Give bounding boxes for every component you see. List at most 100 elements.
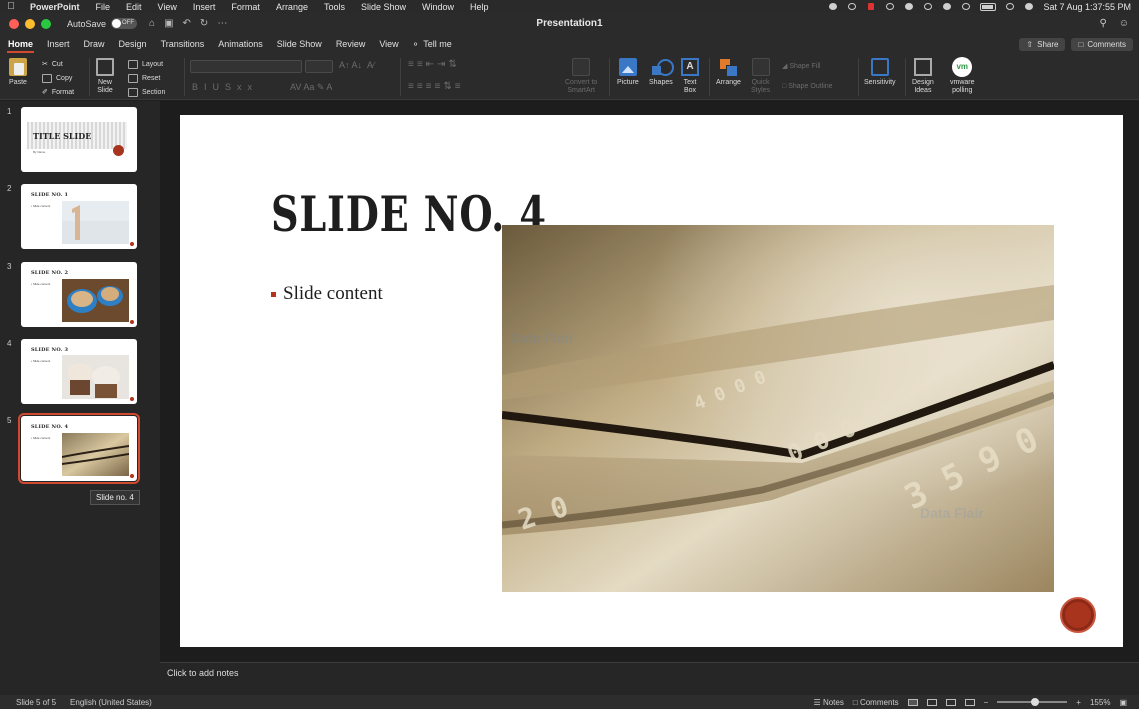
font-format-buttons[interactable]: BIUSxx [192, 82, 258, 92]
tab-design[interactable]: Design [114, 34, 152, 54]
share-button[interactable]: ⇧ Share [1019, 37, 1066, 51]
thumbnail-preview[interactable]: SLIDE NO. 2 • Slide content [21, 262, 137, 327]
picture-button[interactable]: Picture [617, 58, 639, 87]
zoom-in-icon[interactable]: + [1076, 698, 1081, 707]
copy-button[interactable]: Copy [42, 71, 74, 85]
apple-icon[interactable]:  [0, 1, 22, 12]
screen-record-icon[interactable] [828, 2, 838, 11]
thumbnail-slide-3[interactable]: 3 SLIDE NO. 2 • Slide content [0, 256, 160, 327]
menu-app-name[interactable]: PowerPoint [22, 2, 88, 12]
paste-button[interactable]: Paste [9, 58, 27, 87]
font-color-controls[interactable]: AV Aa ✎ A [290, 82, 332, 93]
tab-draw[interactable]: Draw [79, 34, 110, 54]
font-name-select[interactable] [190, 60, 302, 73]
save-icon[interactable]: ▣ [164, 18, 173, 29]
shape-outline-button[interactable]: □ Shape Outline [782, 83, 833, 90]
key-icon[interactable] [923, 2, 933, 11]
menu-arrange[interactable]: Arrange [268, 2, 316, 12]
tab-slide-show[interactable]: Slide Show [272, 34, 327, 54]
language-indicator[interactable]: English (United States) [70, 698, 152, 707]
font-size-controls[interactable]: A↑ A↓ A∕ [339, 60, 375, 70]
comments-toggle[interactable]: □ Comments [853, 698, 899, 707]
slideshow-view-icon[interactable] [964, 698, 975, 706]
comments-button[interactable]: □ Comments [1071, 37, 1133, 51]
menu-slide-show[interactable]: Slide Show [353, 2, 414, 12]
zoom-slider[interactable] [997, 698, 1068, 706]
minimize-window-button[interactable] [25, 18, 35, 29]
fullscreen-window-button[interactable] [41, 18, 51, 29]
cut-button[interactable]: ✂ Cut [42, 57, 74, 71]
thumbnail-slide-5[interactable]: 5 SLIDE NO. 4 • Slide content [0, 410, 160, 484]
mic-icon[interactable] [904, 2, 914, 11]
normal-view-icon[interactable] [907, 698, 918, 706]
cloud-icon[interactable] [847, 2, 857, 11]
menu-file[interactable]: File [88, 2, 119, 12]
zoom-slider-knob[interactable] [1031, 698, 1040, 706]
fit-to-window-icon[interactable]: ▣ [1119, 698, 1127, 707]
autosave-toggle[interactable]: OFF [111, 18, 138, 29]
control-center-icon[interactable] [1024, 2, 1034, 11]
credit-cards-picture[interactable]: 4 0 0 0 0 0 0 3 5 9 0 2 0 [502, 225, 1054, 592]
tab-animations[interactable]: Animations [213, 34, 268, 54]
tab-view[interactable]: View [374, 34, 403, 54]
thumbnail-slide-1[interactable]: 1 TITLE SLIDE By Name [0, 101, 160, 172]
home-icon[interactable]: ⌂ [149, 18, 155, 29]
close-window-button[interactable] [9, 18, 19, 29]
slide-sorter-view-icon[interactable] [926, 698, 937, 706]
thumbnail-slide-2[interactable]: 2 SLIDE NO. 1 • Slide content [0, 178, 160, 249]
notes-placeholder[interactable]: Click to add notes [167, 668, 239, 678]
shape-fill-button[interactable]: ◢ Shape Fill [782, 62, 820, 70]
tab-transitions[interactable]: Transitions [156, 34, 210, 54]
thumbnail-preview[interactable]: SLIDE NO. 1 • Slide content [21, 184, 137, 249]
wifi-icon[interactable] [1005, 2, 1015, 11]
menu-insert[interactable]: Insert [185, 2, 224, 12]
text-box-button[interactable]: A Text Box [681, 58, 699, 95]
sensitivity-button[interactable]: Sensitivity [864, 58, 896, 87]
share-person-icon[interactable]: ☺ [1119, 18, 1129, 29]
vmware-polling-button[interactable]: vm vmware polling [950, 57, 975, 95]
menu-tools[interactable]: Tools [316, 2, 353, 12]
menubar-clock[interactable]: Sat 7 Aug 1:37:55 PM [1043, 2, 1131, 12]
format-painter-button[interactable]: ✐ Format [42, 85, 74, 99]
slide-bullet[interactable]: Slide content [271, 283, 383, 305]
thumbnail-preview[interactable]: TITLE SLIDE By Name [21, 107, 137, 172]
tab-insert[interactable]: Insert [42, 34, 75, 54]
quick-styles-button[interactable]: Quick Styles [751, 58, 770, 95]
search-icon[interactable]: ⚲ [1099, 18, 1106, 29]
play-icon[interactable] [942, 2, 952, 11]
volume-icon[interactable] [961, 2, 971, 11]
design-ideas-button[interactable]: Design Ideas [912, 58, 934, 95]
menu-edit[interactable]: Edit [118, 2, 150, 12]
more-icon[interactable]: ⋯ [217, 18, 227, 29]
redo-icon[interactable]: ↻ [200, 18, 208, 29]
section-button[interactable]: Section [128, 85, 165, 99]
zoom-level[interactable]: 155% [1090, 698, 1110, 707]
wax-seal-image[interactable] [1060, 597, 1096, 633]
menu-help[interactable]: Help [462, 2, 497, 12]
menu-format[interactable]: Format [223, 2, 268, 12]
globe-icon[interactable] [885, 2, 895, 11]
thumbnail-preview-selected[interactable]: SLIDE NO. 4 • Slide content [18, 413, 140, 484]
reading-view-icon[interactable] [945, 698, 956, 706]
alignment-controls[interactable]: ≡≡≡≡⇅≡ [408, 81, 464, 92]
undo-icon[interactable]: ↶ [183, 18, 191, 29]
notes-toggle[interactable]: ☰ Notes [814, 698, 844, 707]
current-slide[interactable]: SLIDE NO. 4 Slide content 4 0 0 0 0 0 0 … [180, 115, 1123, 647]
menu-view[interactable]: View [150, 2, 185, 12]
reset-button[interactable]: Reset [128, 71, 165, 85]
arrange-button[interactable]: Arrange [716, 58, 741, 87]
antivirus-icon[interactable] [866, 2, 876, 11]
list-controls[interactable]: ≡≡⇤⇥⇅ [408, 59, 460, 70]
thumbnail-slide-4[interactable]: 4 SLIDE NO. 3 • Slide content [0, 333, 160, 404]
font-size-select[interactable] [305, 60, 333, 73]
convert-smartart-button[interactable]: Convert to SmartArt [565, 58, 597, 95]
layout-button[interactable]: Layout [128, 57, 165, 71]
thumbnail-preview[interactable]: SLIDE NO. 3 • Slide content [21, 339, 137, 404]
tell-me-box[interactable]: ⚬ Tell me [412, 39, 452, 50]
menu-window[interactable]: Window [414, 2, 462, 12]
tab-review[interactable]: Review [331, 34, 371, 54]
notes-pane[interactable]: Click to add notes [160, 662, 1139, 695]
battery-icon[interactable] [980, 2, 997, 11]
zoom-out-icon[interactable]: − [984, 698, 989, 707]
new-slide-button[interactable]: New Slide [96, 58, 114, 95]
